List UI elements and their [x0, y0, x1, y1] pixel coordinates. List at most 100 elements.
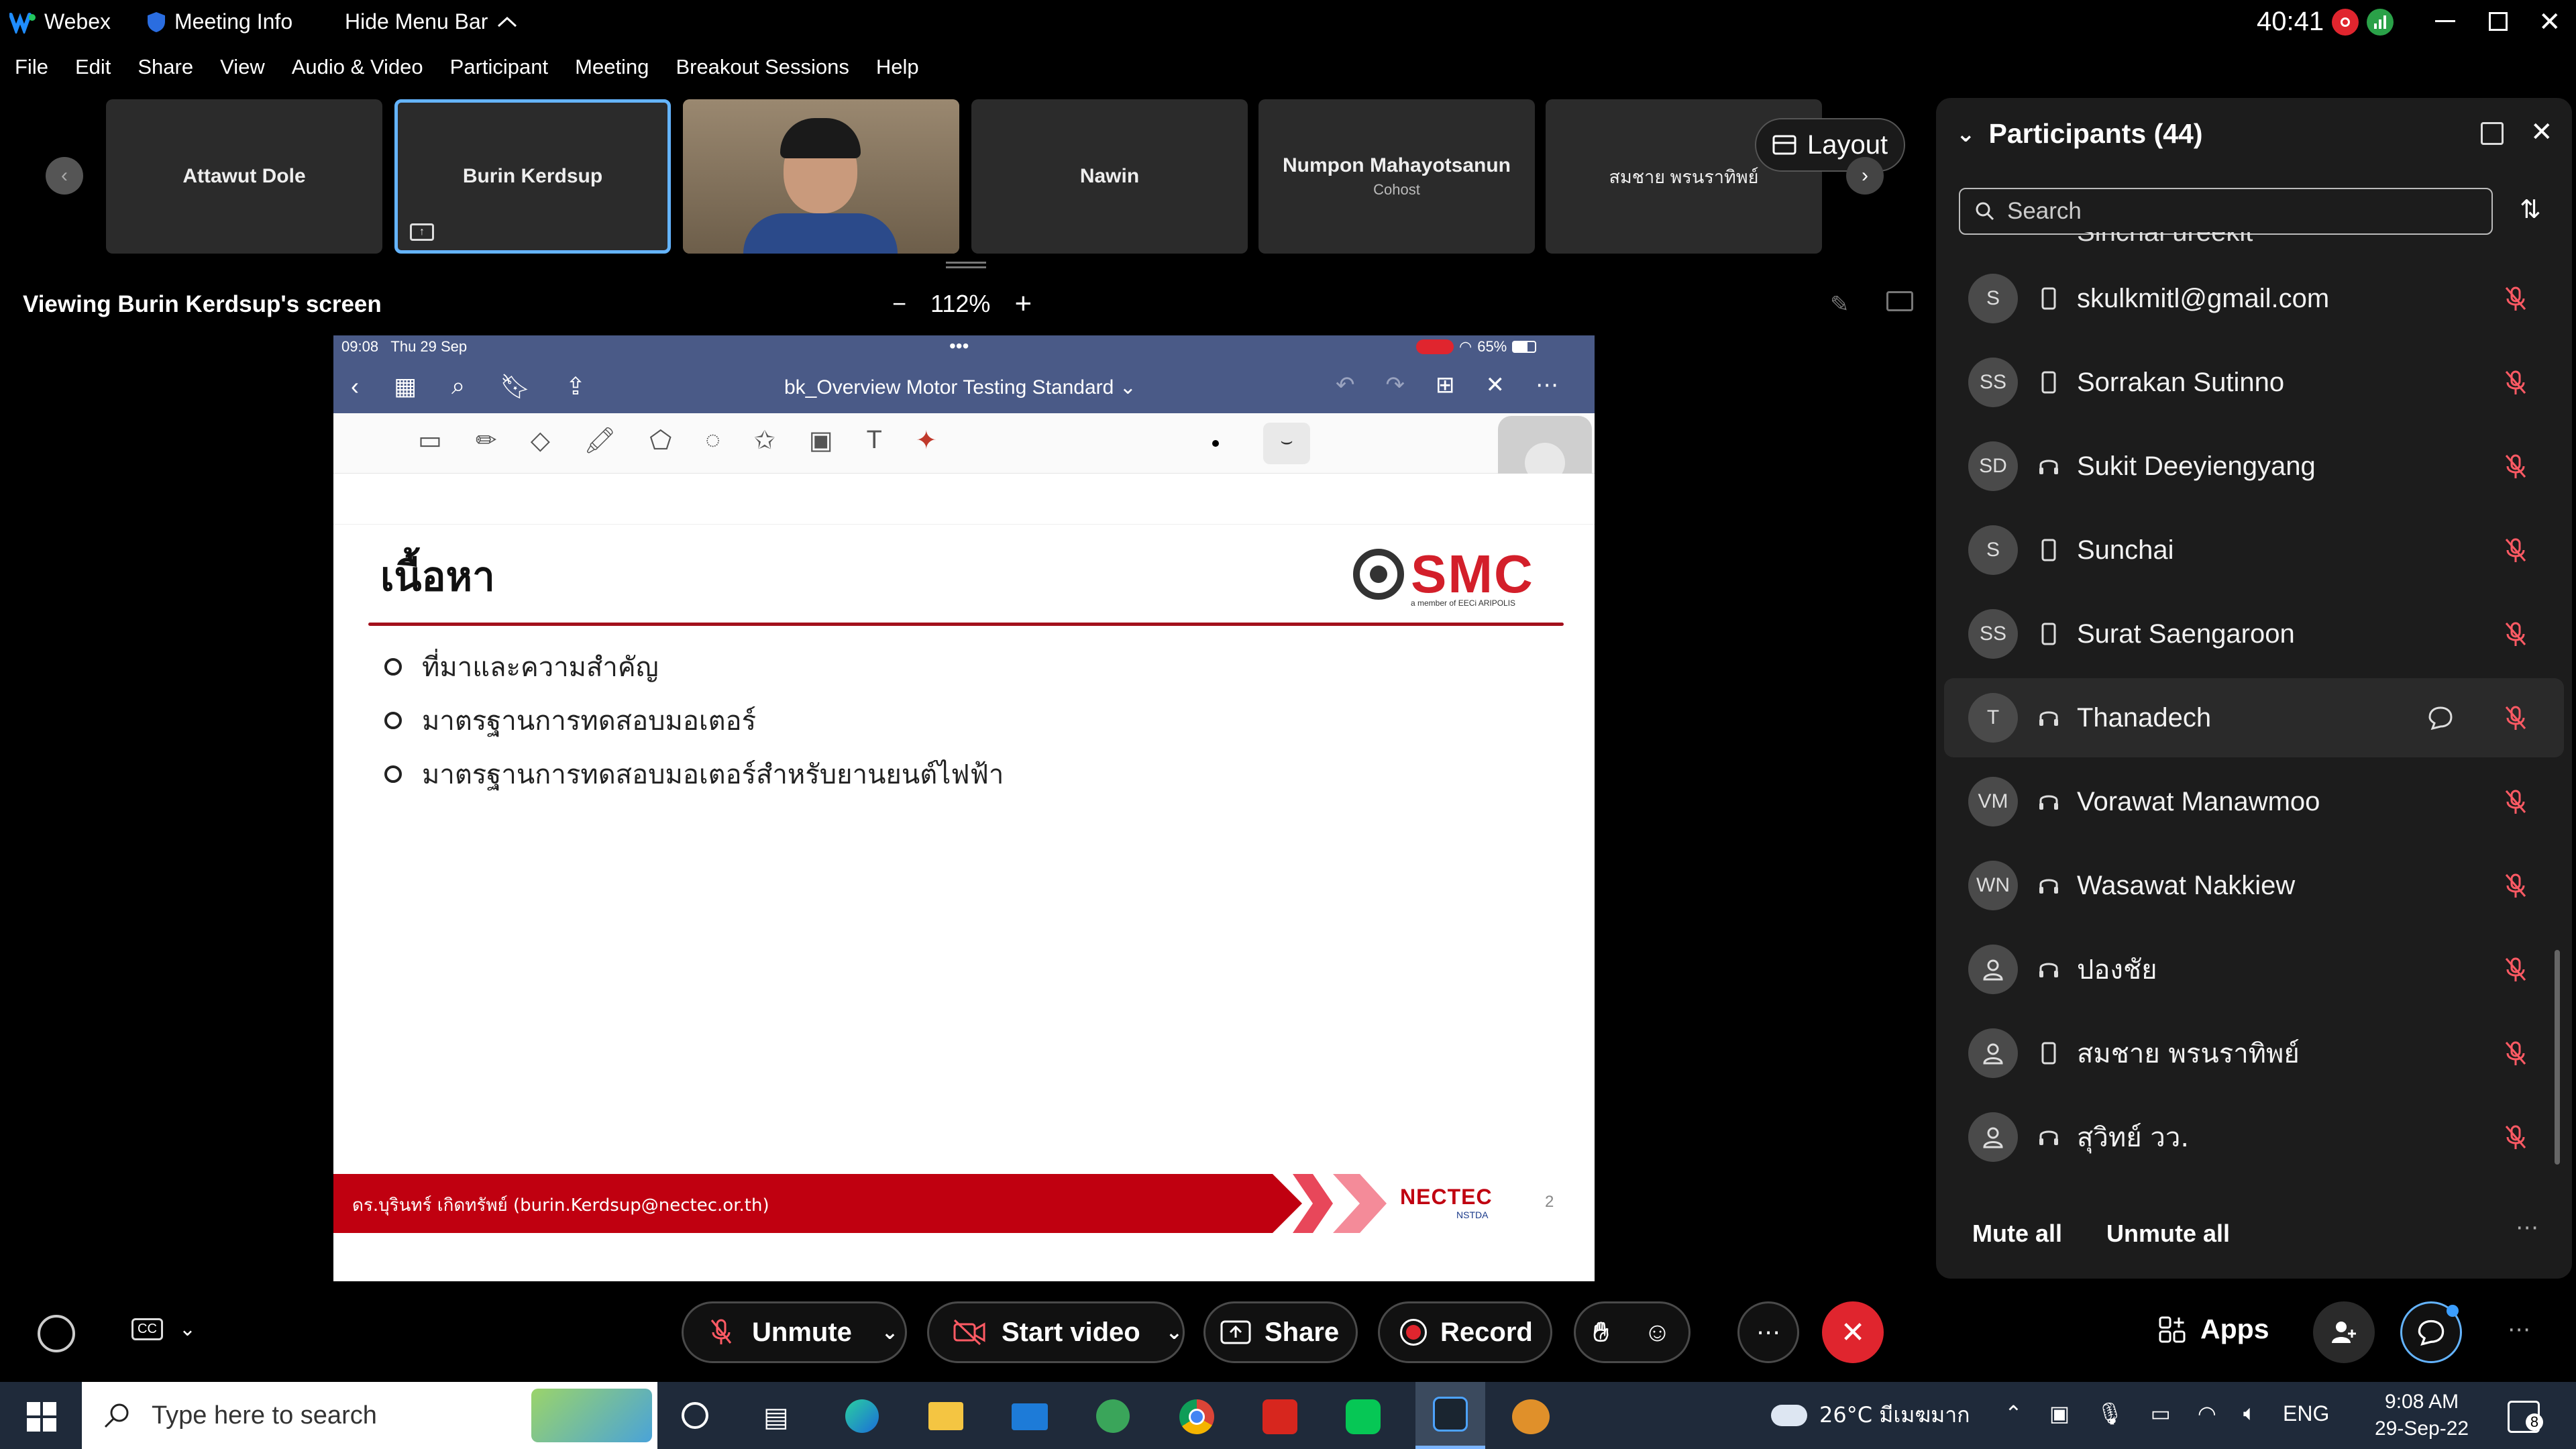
participant-row-partial[interactable]: Sinchai ureekit: [1936, 232, 2572, 252]
redo-icon[interactable]: ↷: [1386, 372, 1405, 398]
task-view-button[interactable]: [682, 1402, 708, 1429]
add-page-icon[interactable]: ⊞: [1436, 372, 1455, 398]
participant-row[interactable]: สุวิทย์ วว.: [1936, 1097, 2572, 1177]
battery-tray-icon[interactable]: ▭: [2151, 1401, 2171, 1426]
menu-edit[interactable]: Edit: [75, 55, 111, 95]
wifi-tray-icon[interactable]: ◠: [2198, 1401, 2216, 1426]
participant-thumb-burin[interactable]: Burin Kerdsup ↑: [394, 99, 671, 254]
apps-button[interactable]: Apps: [2157, 1313, 2269, 1345]
lasso-tool-icon[interactable]: ◌: [705, 426, 720, 455]
audio-options-chevron-icon[interactable]: ⌄: [881, 1321, 898, 1344]
unmute-button[interactable]: Unmute ⌄: [682, 1301, 907, 1363]
share-options-icon[interactable]: [1886, 291, 1913, 311]
participant-row[interactable]: SD Sukit Deeyiengyang: [1936, 427, 2572, 506]
menu-help[interactable]: Help: [876, 55, 919, 95]
language-indicator[interactable]: ENG: [2283, 1401, 2329, 1426]
menu-share[interactable]: Share: [138, 55, 193, 95]
muted-mic-icon[interactable]: [2501, 1038, 2530, 1068]
captions-status-icon[interactable]: [38, 1315, 75, 1352]
participant-thumb-attawut[interactable]: Attawut Dole: [106, 99, 382, 254]
muted-mic-icon[interactable]: [2501, 703, 2530, 733]
resize-handle[interactable]: [946, 262, 986, 268]
grid-icon[interactable]: ▦: [394, 372, 417, 400]
close-panel-button[interactable]: ✕: [2530, 117, 2553, 148]
sticker-tool-icon[interactable]: ✩: [754, 425, 775, 455]
highlighter-tool-icon[interactable]: 🖍︎: [584, 426, 616, 455]
popout-panel-button[interactable]: [2481, 122, 2504, 145]
reader-tool-icon[interactable]: ▭: [418, 425, 442, 455]
control-bar-more-button[interactable]: ⋯: [2508, 1316, 2530, 1343]
chrome-app-icon[interactable]: [1179, 1399, 1214, 1434]
minimize-button[interactable]: [2435, 20, 2455, 22]
file-explorer-app-icon[interactable]: [928, 1402, 963, 1430]
participant-row[interactable]: สมชาย พรนราทิพย์: [1936, 1014, 2572, 1093]
collapse-chevron-icon[interactable]: ⌄: [1956, 121, 1976, 148]
muted-mic-icon[interactable]: [2501, 787, 2530, 816]
pen-tool-icon[interactable]: ✏: [476, 425, 497, 455]
participant-thumb-nawin[interactable]: Nawin: [971, 99, 1248, 254]
menu-breakout-sessions[interactable]: Breakout Sessions: [676, 55, 849, 95]
participant-thumb-numpon[interactable]: Numpon Mahayotsanun Cohost: [1258, 99, 1535, 254]
zoom-in-button[interactable]: +: [1014, 287, 1032, 321]
edge-app-icon[interactable]: [845, 1399, 879, 1433]
start-video-button[interactable]: Start video ⌄: [927, 1301, 1185, 1363]
shapes-tool-icon[interactable]: ⬠: [649, 425, 672, 455]
taskbar-search-box[interactable]: Type here to search: [82, 1382, 657, 1449]
menu-view[interactable]: View: [220, 55, 265, 95]
muted-mic-icon[interactable]: [2501, 619, 2530, 649]
participant-search-box[interactable]: Search: [1959, 188, 2493, 235]
laser-pointer-icon[interactable]: ✦: [916, 425, 937, 455]
share-icon[interactable]: ⇪: [566, 372, 586, 400]
game-app-icon[interactable]: [1512, 1399, 1550, 1434]
notification-center-button[interactable]: 8: [2508, 1401, 2543, 1433]
muted-mic-icon[interactable]: [2501, 368, 2530, 397]
microphone-tray-icon[interactable]: 🎙︎: [2096, 1401, 2124, 1426]
restore-button[interactable]: [2489, 12, 2508, 31]
muted-mic-icon[interactable]: [2501, 871, 2530, 900]
participant-thumb-video[interactable]: [683, 99, 959, 254]
chat-bubble-icon[interactable]: [2427, 704, 2454, 731]
more-options-button[interactable]: ⋯: [1737, 1301, 1799, 1363]
thumbnail-prev-button[interactable]: ‹: [46, 157, 83, 195]
pen-stroke-selector[interactable]: ⌣: [1263, 423, 1310, 464]
sort-button[interactable]: ⇅: [2520, 195, 2541, 225]
participant-row[interactable]: S Sunchai: [1936, 511, 2572, 590]
acrobat-app-icon[interactable]: [1263, 1399, 1297, 1434]
unmute-all-button[interactable]: Unmute all: [2106, 1220, 2230, 1248]
undo-icon[interactable]: ↶: [1336, 372, 1355, 398]
leave-meeting-button[interactable]: ✕: [1822, 1301, 1884, 1363]
zoom-out-button[interactable]: −: [892, 290, 906, 318]
menu-audio-video[interactable]: Audio & Video: [292, 55, 423, 95]
hide-menu-bar-button[interactable]: Hide Menu Bar: [345, 9, 519, 34]
eraser-tool-icon[interactable]: ◇: [531, 425, 550, 455]
emoji-reaction-icon[interactable]: ☺: [1644, 1318, 1671, 1348]
volume-tray-icon[interactable]: 🔈︎: [2243, 1401, 2256, 1426]
text-tool-icon[interactable]: T: [867, 426, 882, 455]
muted-mic-icon[interactable]: [2501, 451, 2530, 481]
mute-all-button[interactable]: Mute all: [1972, 1220, 2062, 1248]
participants-toggle-button[interactable]: [2313, 1301, 2375, 1363]
image-tool-icon[interactable]: ▣: [809, 425, 833, 455]
line-app-icon[interactable]: [1346, 1399, 1381, 1434]
participant-row[interactable]: SS Sorrakan Sutinno: [1936, 343, 2572, 422]
participant-row[interactable]: S skulkmitl@gmail.com: [1936, 259, 2572, 338]
panel-more-button[interactable]: ⋯: [2516, 1214, 2538, 1241]
close-doc-icon[interactable]: ✕: [1486, 372, 1505, 398]
back-icon[interactable]: ‹: [351, 372, 359, 400]
muted-mic-icon[interactable]: [2501, 1122, 2530, 1152]
bookmark-icon[interactable]: 🔖︎: [500, 372, 531, 400]
weather-widget[interactable]: 26°C มีเมฆมาก: [1771, 1398, 1970, 1432]
tray-app-icon[interactable]: ▣: [2049, 1401, 2070, 1426]
layout-button[interactable]: Layout: [1755, 118, 1906, 172]
globe-app-icon[interactable]: [1096, 1399, 1130, 1433]
annotate-icon[interactable]: ✎: [1830, 291, 1849, 318]
record-button[interactable]: Record: [1378, 1301, 1552, 1363]
search-icon[interactable]: ⌕: [451, 372, 465, 400]
tray-overflow-icon[interactable]: ⌃: [2004, 1401, 2023, 1426]
taskbar-clock[interactable]: 9:08 AM 29-Sep-22: [2375, 1389, 2469, 1442]
participant-row-hovered[interactable]: T Thanadech: [1944, 678, 2564, 757]
mail-app-icon[interactable]: [1012, 1403, 1048, 1430]
participant-row[interactable]: SS Surat Saengaroon: [1936, 594, 2572, 674]
menu-participant[interactable]: Participant: [450, 55, 548, 95]
start-button[interactable]: [27, 1402, 56, 1432]
